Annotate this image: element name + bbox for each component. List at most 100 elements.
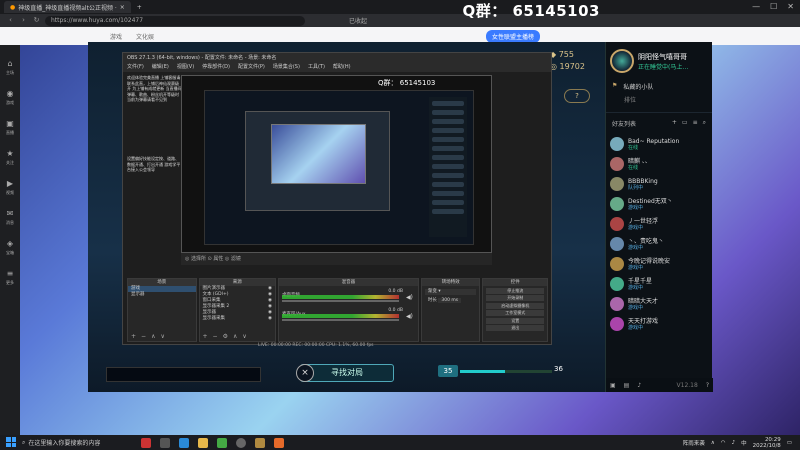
- chrome-icon[interactable]: [217, 437, 227, 448]
- forward-icon[interactable]: ›: [19, 16, 28, 25]
- lol-icon[interactable]: [255, 437, 265, 448]
- sidebar-item[interactable]: ▣ 直播: [6, 119, 14, 137]
- obs-menu-item[interactable]: 视图(V): [177, 63, 194, 72]
- friend-item[interactable]: 千星千星 游戏中: [606, 274, 712, 294]
- clock[interactable]: 20:29 2022/10/8: [753, 437, 781, 449]
- avatar[interactable]: [610, 237, 624, 251]
- avatar[interactable]: [610, 197, 624, 211]
- friend-item[interactable]: 天天打游戏 游戏中: [606, 314, 712, 334]
- remove-icon[interactable]: −: [213, 333, 218, 341]
- help-icon[interactable]: ?: [706, 382, 709, 389]
- down-icon[interactable]: ∨: [160, 333, 164, 341]
- avatar[interactable]: [610, 297, 624, 311]
- control-button[interactable]: 退出: [486, 325, 545, 331]
- up-icon[interactable]: ∧: [151, 333, 155, 341]
- avatar[interactable]: [610, 317, 624, 331]
- volume-slider[interactable]: [281, 300, 399, 302]
- control-button[interactable]: 设置: [486, 317, 545, 324]
- mic-icon[interactable]: ♪: [637, 382, 641, 389]
- obs-menu-item[interactable]: 配置文件(P): [238, 63, 265, 72]
- speaker-icon[interactable]: ◀): [406, 294, 413, 301]
- avatar[interactable]: [610, 257, 624, 271]
- mission-icon[interactable]: ▤: [624, 382, 630, 389]
- obs-menu-item[interactable]: 停靠部件(D): [202, 63, 230, 72]
- control-button[interactable]: 启动虚拟摄像机: [486, 302, 545, 309]
- address-bar[interactable]: https://www.huya.com/102477: [45, 15, 305, 26]
- notification-icon[interactable]: ▭: [787, 440, 792, 446]
- transition-select[interactable]: 渐变 ▾: [424, 289, 477, 295]
- new-tab-icon[interactable]: +: [137, 4, 142, 11]
- weather-text[interactable]: 阵雨来袭: [683, 439, 705, 447]
- tab-close-icon[interactable]: ×: [120, 4, 125, 11]
- avatar[interactable]: [610, 157, 624, 171]
- add-icon[interactable]: +: [203, 333, 208, 341]
- party-label[interactable]: 私藏的小队: [623, 82, 653, 91]
- friend-item[interactable]: Destined无双丶 游戏中: [606, 194, 712, 214]
- windows-start-icon[interactable]: [6, 437, 16, 447]
- add-icon[interactable]: +: [131, 333, 136, 341]
- self-profile[interactable]: 阴阳怪气嘻哥哥 正在睡觉中(马上…: [606, 42, 712, 80]
- ime-lang[interactable]: 中: [741, 439, 747, 447]
- volume-icon[interactable]: ♪: [732, 440, 736, 446]
- obs-menu-item[interactable]: 工具(T): [308, 63, 325, 72]
- app-icon[interactable]: [274, 437, 284, 448]
- settings-icon[interactable]: ⚙: [223, 333, 228, 341]
- edge-icon[interactable]: [179, 437, 189, 448]
- sidebar-item[interactable]: ★ 关注: [6, 149, 14, 167]
- folder-icon[interactable]: ▭: [682, 119, 688, 128]
- friend-item[interactable]: 丶、责吃鬼丶 游戏中: [606, 234, 712, 254]
- sidebar-item[interactable]: ◉ 游戏: [6, 89, 14, 107]
- friend-item[interactable]: 暗麒 、、 在线: [606, 154, 712, 174]
- sidebar-item[interactable]: ⌂ 主场: [6, 59, 14, 77]
- list-icon[interactable]: ≡: [693, 119, 698, 128]
- control-button[interactable]: 工作室模式: [486, 310, 545, 316]
- taskbar-search[interactable]: ⌕ 在这里输入你要搜索的内容: [22, 437, 127, 448]
- mode-label[interactable]: 排位: [624, 95, 636, 104]
- avatar[interactable]: [610, 137, 624, 151]
- reload-icon[interactable]: ↻: [32, 16, 41, 25]
- explorer-icon[interactable]: [198, 437, 208, 448]
- eye-icon[interactable]: ◉: [268, 316, 272, 322]
- obs-icon[interactable]: [236, 437, 246, 448]
- control-button[interactable]: 开始录制: [486, 295, 545, 301]
- down-icon[interactable]: ∨: [242, 333, 246, 341]
- app-icon[interactable]: [141, 437, 151, 448]
- speaker-icon[interactable]: ◀): [406, 313, 413, 320]
- network-icon[interactable]: ◠: [721, 440, 726, 446]
- close-window-icon[interactable]: ✕: [787, 2, 794, 11]
- volume-slider[interactable]: [281, 319, 399, 321]
- obs-menu-item[interactable]: 帮助(H): [333, 63, 351, 72]
- friend-item[interactable]: 今晚记得说晚安 游戏中: [606, 254, 712, 274]
- promo-button[interactable]: 女性联盟主播榜: [485, 29, 540, 43]
- self-status[interactable]: 正在睡觉中(马上…: [638, 62, 688, 71]
- sidebar-item[interactable]: ▶ 视频: [6, 179, 14, 197]
- remove-icon[interactable]: −: [141, 333, 146, 341]
- help-button[interactable]: ?: [564, 89, 590, 103]
- avatar[interactable]: [610, 277, 624, 291]
- tray-up-icon[interactable]: ∧: [711, 440, 715, 446]
- friend-item[interactable]: 丿一世轻浮 游戏中: [606, 214, 712, 234]
- obs-menu-item[interactable]: 文件(F): [127, 63, 144, 72]
- site-nav-item[interactable]: 游戏: [110, 32, 122, 41]
- source-item[interactable]: 显示器采集 ◉: [200, 316, 275, 322]
- avatar[interactable]: [610, 49, 634, 73]
- scene-item[interactable]: 显示器: [128, 292, 196, 298]
- control-button[interactable]: 停止推流: [486, 287, 545, 294]
- search-icon[interactable]: ⌕: [703, 119, 706, 128]
- chat-input[interactable]: [106, 367, 261, 382]
- friend-item[interactable]: BBBBKing 队列中: [606, 174, 712, 194]
- site-nav-item[interactable]: 文化娱: [136, 32, 154, 41]
- minimize-icon[interactable]: —: [752, 2, 760, 11]
- preview-toolbar[interactable]: ◎ 选择所 ⊙ 属性 ◎ 滤镜: [181, 253, 492, 265]
- browser-new-tab[interactable]: +: [131, 1, 148, 13]
- find-match-button[interactable]: 寻找对局: [300, 364, 394, 382]
- add-friend-icon[interactable]: +: [672, 119, 677, 128]
- obs-menu-item[interactable]: 编辑(E): [152, 63, 169, 72]
- cancel-match-icon[interactable]: ×: [296, 364, 314, 382]
- avatar[interactable]: [610, 217, 624, 231]
- browser-tab-active[interactable]: ● 神级直播_神级直播视频alt公正视频 · ×: [4, 1, 131, 13]
- sidebar-item[interactable]: ✉ 消息: [6, 209, 14, 227]
- obs-menu-item[interactable]: 场景集合(S): [273, 63, 300, 72]
- friend-item[interactable]: 暗暗大天才 游戏中: [606, 294, 712, 314]
- maximize-icon[interactable]: ☐: [770, 2, 777, 11]
